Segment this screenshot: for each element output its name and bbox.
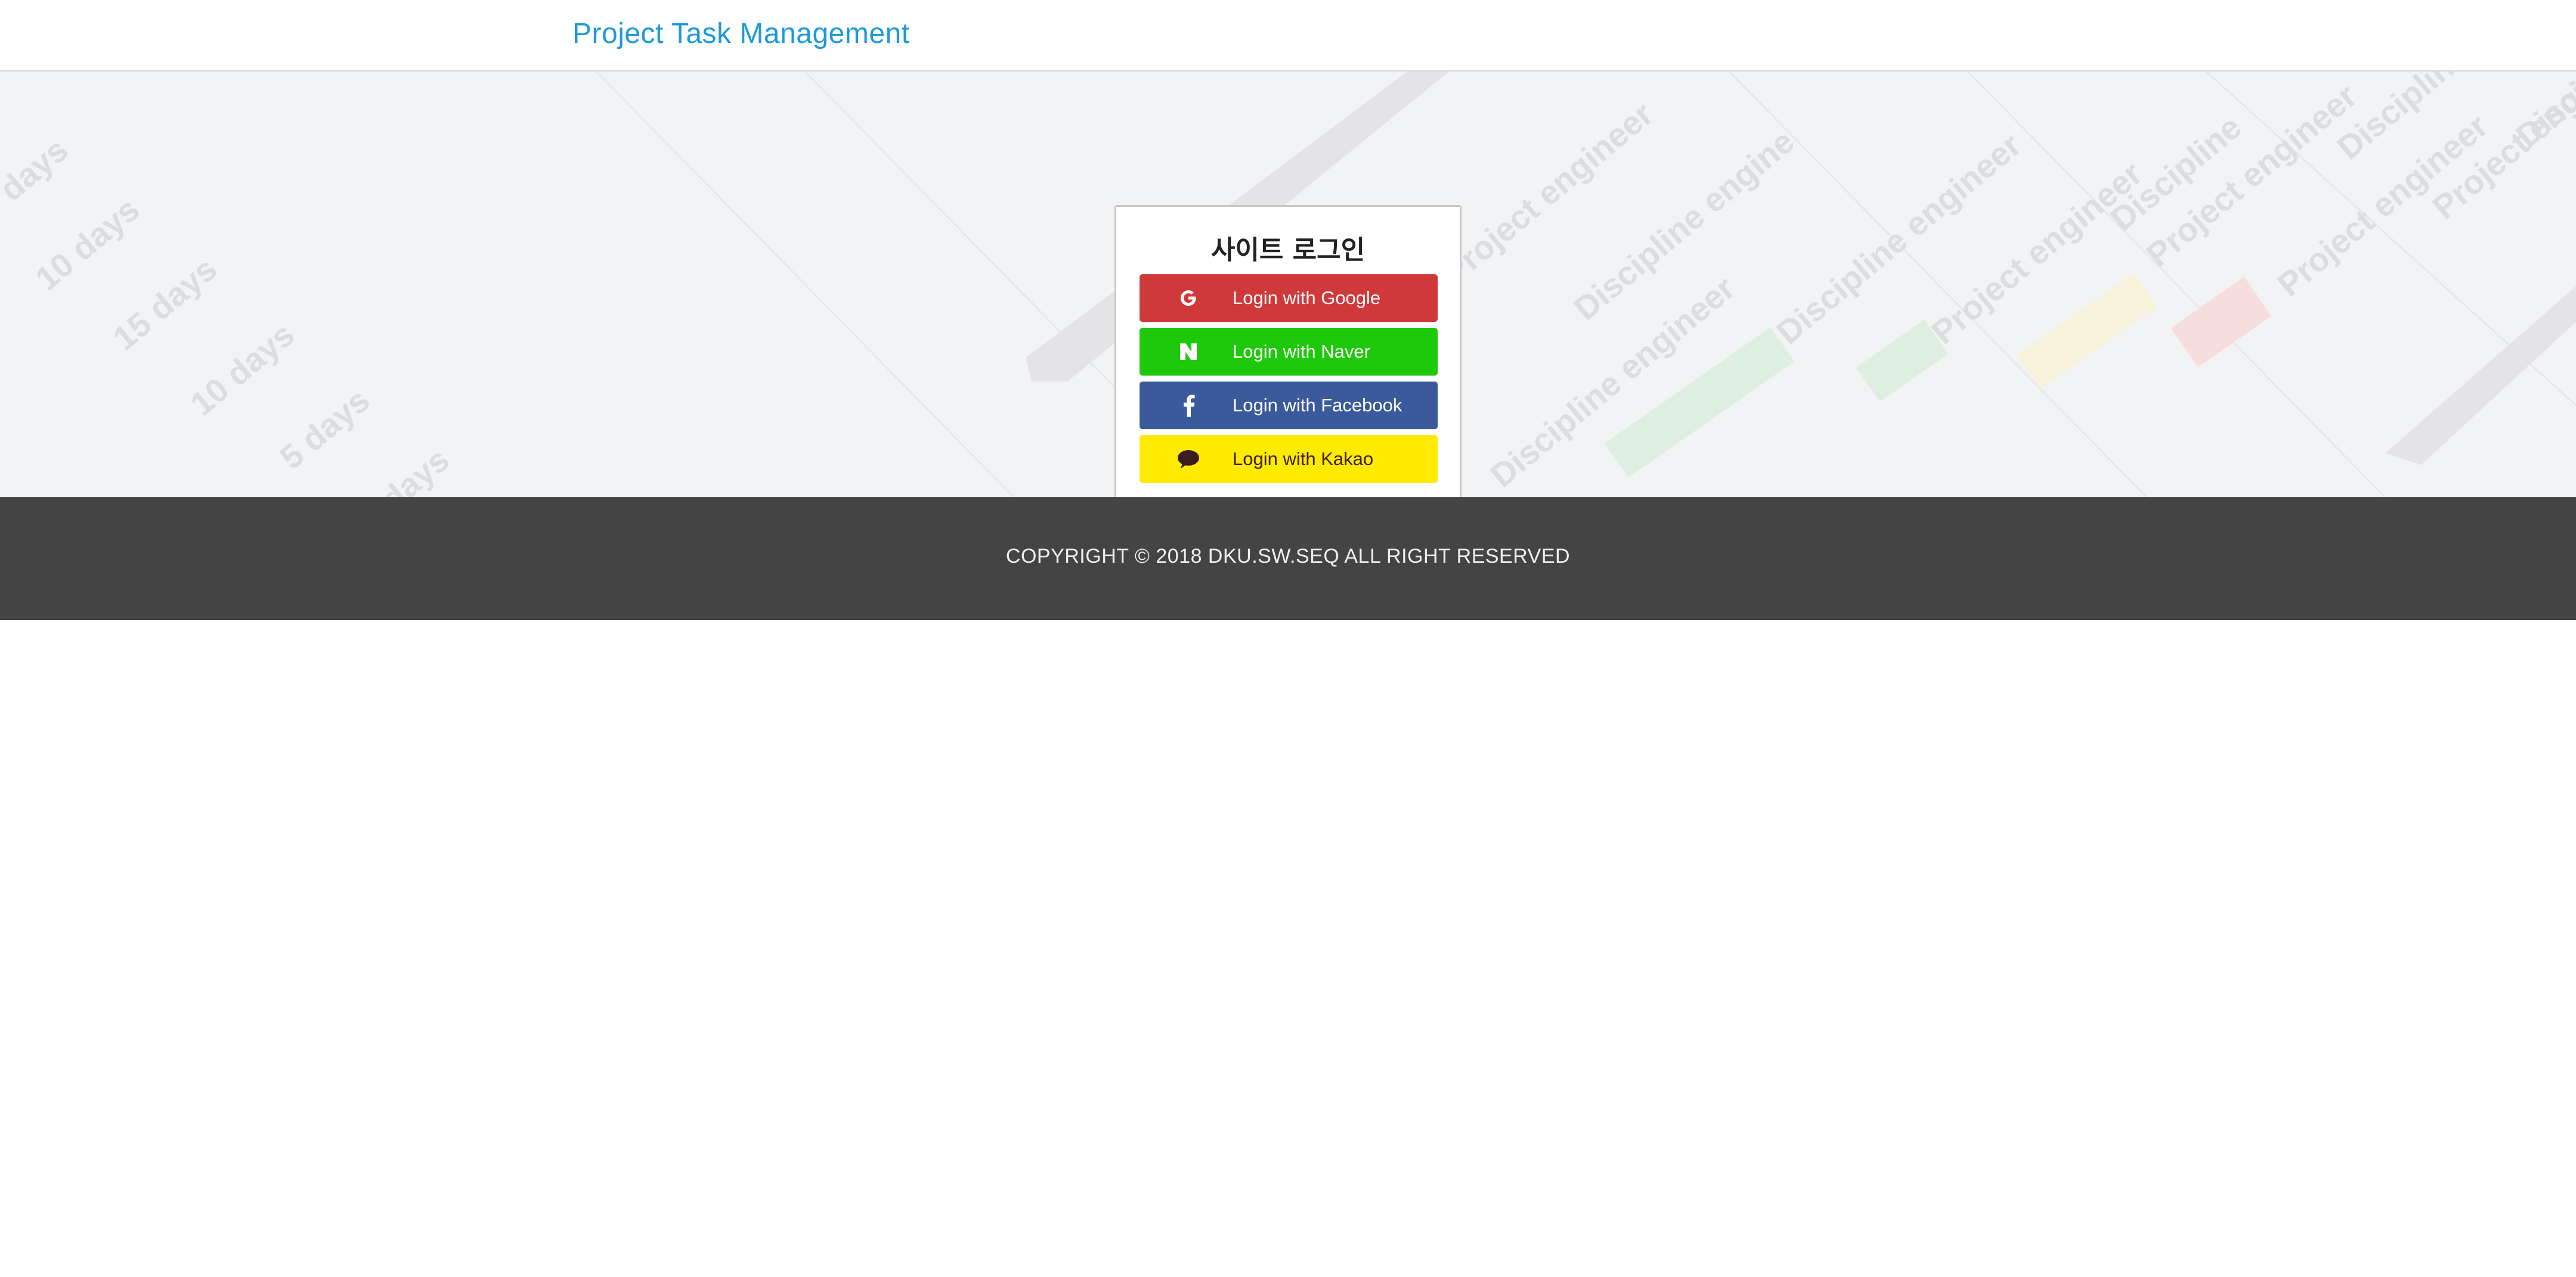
bg-duration-label: 15 days (106, 250, 224, 357)
bg-duration-label: 10 days (338, 441, 456, 497)
bg-duration-label: 5 days (273, 381, 376, 476)
login-google-label: Login with Google (1233, 287, 1381, 308)
login-card: 사이트 로그인 Login with Google Login with Nav… (1114, 205, 1462, 497)
login-facebook-button[interactable]: Login with Facebook (1140, 382, 1438, 429)
bg-duration-label: 10 days (28, 190, 146, 297)
google-icon (1176, 286, 1200, 310)
login-kakao-label: Login with Kakao (1233, 448, 1374, 469)
bg-duration-label: 10 days (183, 315, 301, 423)
footer: COPYRIGHT © 2018 DKU.SW.SEQ ALL RIGHT RE… (0, 497, 2576, 620)
top-navbar: Project Task Management (0, 0, 2576, 72)
login-facebook-label: Login with Facebook (1233, 395, 1402, 416)
hero-section: days 10 days 15 days 10 days 5 days 10 d… (0, 72, 2576, 497)
login-kakao-button[interactable]: Login with Kakao (1140, 435, 1438, 483)
facebook-icon (1176, 393, 1200, 417)
bg-duration-label: days (0, 131, 75, 208)
naver-icon (1176, 340, 1200, 364)
brand-link[interactable]: Project Task Management (572, 17, 910, 51)
bg-role-label: Discipline engineer (1769, 126, 2028, 351)
kakao-icon (1176, 447, 1200, 471)
login-naver-button[interactable]: Login with Naver (1140, 328, 1438, 376)
login-naver-label: Login with Naver (1233, 341, 1370, 362)
login-title: 사이트 로그인 (1210, 235, 1366, 265)
copyright-text: COPYRIGHT © 2018 DKU.SW.SEQ ALL RIGHT RE… (1005, 545, 1571, 568)
login-google-button[interactable]: Login with Google (1140, 274, 1438, 322)
